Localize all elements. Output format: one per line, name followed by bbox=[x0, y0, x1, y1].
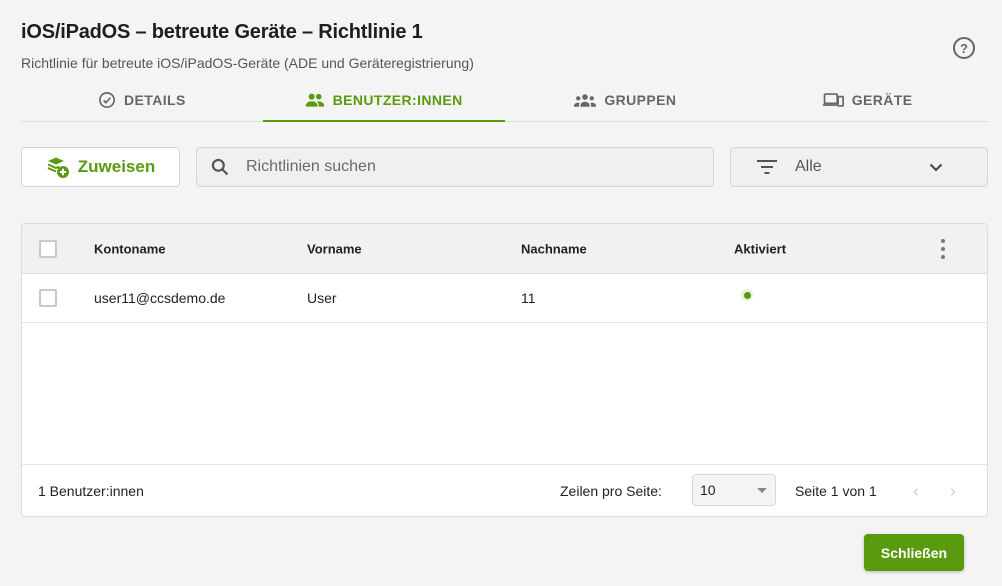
search-input[interactable] bbox=[246, 158, 686, 176]
groups-icon bbox=[574, 93, 597, 107]
help-icon[interactable]: ? bbox=[953, 37, 975, 59]
cell-last-name: 11 bbox=[521, 290, 536, 306]
page-title: iOS/iPadOS – betreute Geräte – Richtlini… bbox=[21, 21, 423, 43]
tab-devices-label: GERÄTE bbox=[851, 91, 913, 108]
tab-users-label: BENUTZER:INNEN bbox=[332, 91, 463, 108]
assign-button[interactable]: Zuweisen bbox=[21, 147, 180, 187]
column-header-account[interactable]: Kontoname bbox=[94, 241, 166, 256]
tab-devices[interactable]: GERÄTE bbox=[746, 78, 988, 121]
rows-per-page-select[interactable]: 10 bbox=[692, 474, 776, 506]
result-count: 1 Benutzer:innen bbox=[38, 482, 144, 499]
filter-select[interactable]: Alle bbox=[730, 147, 988, 187]
column-header-activated[interactable]: Aktiviert bbox=[734, 241, 786, 256]
cell-account: user11@ccsdemo.de bbox=[94, 290, 226, 306]
filter-value: Alle bbox=[795, 158, 822, 175]
column-header-last-name[interactable]: Nachname bbox=[521, 241, 587, 256]
previous-page-icon[interactable]: ‹ bbox=[913, 481, 919, 501]
filter-icon bbox=[757, 160, 777, 174]
chevron-down-icon bbox=[929, 163, 943, 171]
check-circle-icon bbox=[99, 91, 115, 108]
column-menu-icon[interactable] bbox=[935, 238, 951, 259]
next-page-icon[interactable]: › bbox=[950, 481, 956, 501]
close-button[interactable]: Schließen bbox=[864, 534, 964, 571]
assign-add-icon bbox=[47, 157, 69, 178]
select-all-checkbox[interactable] bbox=[39, 239, 57, 258]
rows-per-page-label: Zeilen pro Seite: bbox=[560, 482, 662, 499]
page-subtitle: Richtlinie für betreute iOS/iPadOS-Gerät… bbox=[21, 55, 474, 71]
tab-details-label: DETAILS bbox=[124, 91, 186, 108]
cell-first-name: User bbox=[307, 290, 337, 306]
row-checkbox[interactable] bbox=[39, 289, 57, 307]
search-box bbox=[196, 147, 714, 187]
users-icon bbox=[305, 93, 324, 107]
devices-icon bbox=[822, 92, 844, 107]
tab-users[interactable]: BENUTZER:INNEN bbox=[262, 78, 505, 122]
tab-details[interactable]: DETAILS bbox=[21, 78, 263, 121]
column-header-first-name[interactable]: Vorname bbox=[307, 241, 362, 256]
assign-button-label: Zuweisen bbox=[77, 157, 156, 176]
activated-status-icon bbox=[741, 289, 753, 301]
table-footer: 1 Benutzer:innen Zeilen pro Seite: 10 Se… bbox=[22, 464, 987, 516]
page-info: Seite 1 von 1 bbox=[795, 482, 877, 499]
tab-groups-label: GRUPPEN bbox=[604, 91, 677, 108]
users-table: Kontoname Vorname Nachname Aktiviert use… bbox=[21, 223, 988, 517]
rows-per-page-value: 10 bbox=[700, 482, 716, 498]
tab-bar: DETAILS BENUTZER:INNEN GRUPPEN GERÄTE bbox=[21, 78, 988, 122]
caret-down-icon bbox=[757, 487, 767, 493]
tab-groups[interactable]: GRUPPEN bbox=[505, 78, 747, 121]
search-icon bbox=[211, 158, 229, 176]
table-header: Kontoname Vorname Nachname Aktiviert bbox=[22, 224, 987, 274]
table-row[interactable]: user11@ccsdemo.de User 11 bbox=[22, 274, 987, 323]
